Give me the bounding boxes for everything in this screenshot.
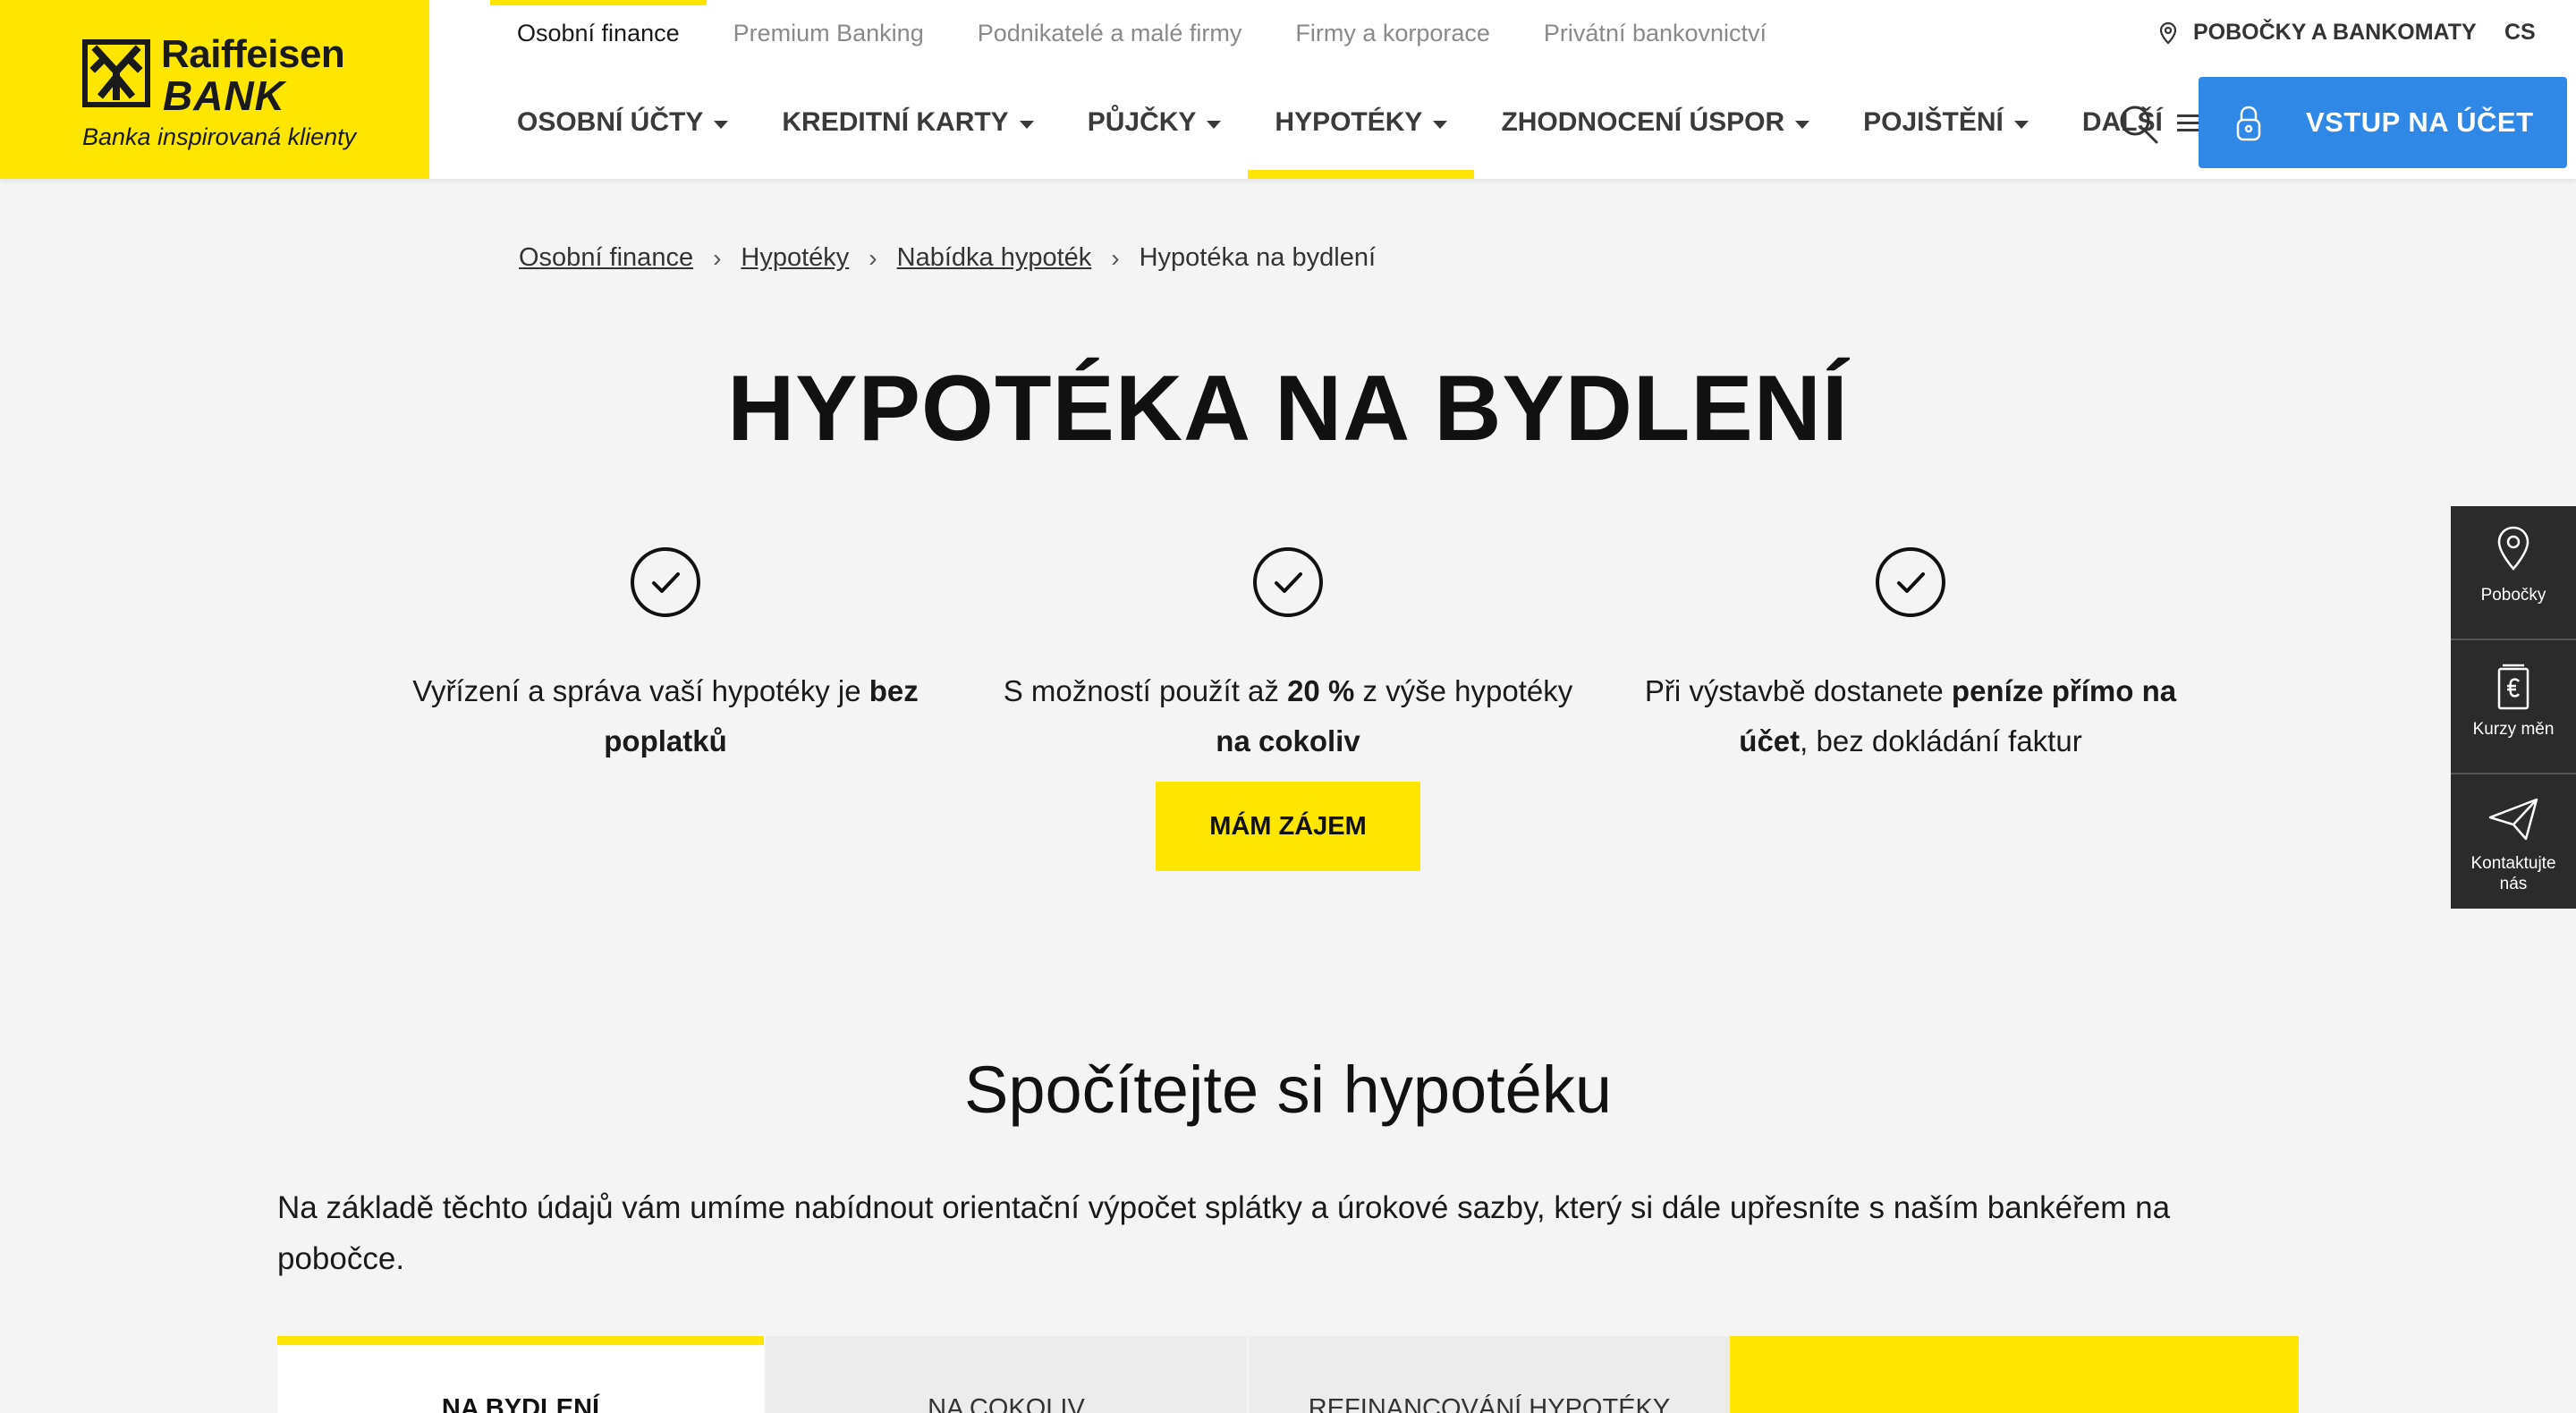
paper-plane-icon	[2488, 798, 2538, 841]
nav-label: KREDITNÍ KARTY	[782, 107, 1009, 137]
calculator-title: Spočítejte si hypotéku	[964, 1053, 1612, 1127]
nav-pojisteni[interactable]: POJIŠTĚNÍ	[1836, 89, 2055, 179]
side-link-label: Kontaktujte nás	[2470, 854, 2556, 893]
tab-label: NA COKOLIV	[928, 1394, 1085, 1413]
logo-bank: BANK	[163, 72, 285, 119]
segment-privatni[interactable]: Privátní bankovnictví	[1517, 0, 1793, 70]
logo-tagline: Banka inspirovaná klienty	[82, 123, 357, 150]
breadcrumb-hypoteky[interactable]: Hypotéky	[741, 243, 849, 273]
breadcrumb: Osobní finance › Hypotéky › Nabídka hypo…	[519, 243, 1376, 273]
calculator-result-panel	[1730, 1336, 2299, 1413]
side-quick-links: Pobočky Kurzy měn Kontaktujte nás	[2451, 506, 2576, 909]
feature-text: Při výstavbě dostanete peníze přímo na ú…	[1615, 666, 2206, 766]
location-pin-icon	[2497, 526, 2529, 571]
main-nav: OSOBNÍ ÚČTY KREDITNÍ KARTY PŮJČKY HYPOTÉ…	[490, 89, 2231, 179]
tab-label: NA BYDLENÍ	[441, 1394, 600, 1413]
interest-button[interactable]: MÁM ZÁJEM	[1156, 782, 1420, 871]
feature-no-fees: Vyřízení a správa vaší hypotéky je bez p…	[370, 546, 961, 766]
feature-text-part: Vyřízení a správa vaší hypotéky je	[412, 674, 869, 707]
site-header: Raiffeisen BANK Banka inspirovaná klient…	[0, 0, 2576, 179]
side-link-exchange-rates[interactable]: Kurzy měn	[2451, 640, 2576, 774]
side-link-contact[interactable]: Kontaktujte nás	[2451, 774, 2576, 909]
feature-text-part: S možností použít až	[1003, 674, 1288, 707]
caret-down-icon	[714, 121, 729, 129]
bank-logo[interactable]: Raiffeisen BANK Banka inspirovaná klient…	[0, 0, 429, 179]
nav-hypoteky[interactable]: HYPOTÉKY	[1248, 89, 1475, 179]
feature-text: Vyřízení a správa vaší hypotéky je bez p…	[370, 666, 961, 766]
side-link-label: Pobočky	[2480, 586, 2546, 605]
page-title: HYPOTÉKA NA BYDLENÍ	[727, 357, 1849, 461]
side-link-branches[interactable]: Pobočky	[2451, 506, 2576, 640]
nav-label: PŮJČKY	[1087, 107, 1197, 137]
check-circle-icon	[1876, 547, 1945, 617]
feature-money-to-account: Při výstavbě dostanete peníze přímo na ú…	[1615, 546, 2206, 766]
language-switch[interactable]: CS	[2504, 20, 2536, 46]
nav-label: ZHODNOCENÍ ÚSPOR	[1501, 107, 1785, 137]
segment-premium-banking[interactable]: Premium Banking	[707, 0, 951, 70]
login-button[interactable]: VSTUP NA ÚČET	[2199, 77, 2567, 168]
nav-label: HYPOTÉKY	[1275, 107, 1423, 137]
branches-label: POBOČKY A BANKOMATY	[2193, 20, 2477, 45]
feature-text-part: , bez dokládání faktur	[1800, 724, 2082, 757]
feature-text-part: z výše hypotéky	[1354, 674, 1573, 707]
feature-text-bold: 20 %	[1287, 674, 1355, 707]
check-circle-icon	[1253, 547, 1323, 617]
nav-kreditni-karty[interactable]: KREDITNÍ KARTY	[755, 89, 1060, 179]
nav-osobni-ucty[interactable]: OSOBNÍ ÚČTY	[490, 89, 755, 179]
check-circle-icon	[631, 547, 700, 617]
feature-anything: S možností použít až 20 % z výše hypoték…	[993, 546, 1583, 766]
segment-firmy[interactable]: Firmy a korporace	[1268, 0, 1517, 70]
tab-na-cokoliv[interactable]: NA COKOLIV	[764, 1336, 1247, 1413]
feature-text-part: Při výstavbě dostanete	[1644, 674, 1952, 707]
segment-podnikatele[interactable]: Podnikatelé a malé firmy	[951, 0, 1269, 70]
logo-name: Raiffeisen	[161, 32, 345, 76]
location-pin-icon	[2159, 21, 2177, 45]
feature-text-bold: na cokoliv	[1216, 724, 1360, 757]
tab-na-bydleni[interactable]: NA BYDLENÍ	[277, 1336, 764, 1413]
chevron-right-icon: ›	[869, 243, 877, 272]
search-icon[interactable]	[2116, 102, 2161, 147]
calculator-description: Na základě těchto údajů vám umíme nabídn…	[277, 1190, 2171, 1276]
tab-label: REFINANCOVÁNÍ HYPOTÉKY	[1308, 1394, 1671, 1413]
segment-nav: Osobní finance Premium Banking Podnikate…	[490, 0, 1793, 70]
lock-icon	[2236, 106, 2261, 141]
caret-down-icon	[1019, 121, 1034, 129]
euro-note-icon	[2497, 664, 2529, 710]
nav-pujcky[interactable]: PŮJČKY	[1061, 89, 1249, 179]
caret-down-icon	[2013, 121, 2029, 129]
tab-refinancovani[interactable]: REFINANCOVÁNÍ HYPOTÉKY	[1247, 1336, 1730, 1413]
caret-down-icon	[1433, 121, 1448, 129]
breadcrumb-nabidka-hypotek[interactable]: Nabídka hypoték	[897, 243, 1092, 273]
nav-zhodnoceni-uspor[interactable]: ZHODNOCENÍ ÚSPOR	[1474, 89, 1836, 179]
raiffeisen-gable-icon	[82, 39, 150, 107]
caret-down-icon	[1795, 121, 1810, 129]
mortgage-type-tabs: NA BYDLENÍ NA COKOLIV REFINANCOVÁNÍ HYPO…	[277, 1336, 2299, 1413]
chevron-right-icon: ›	[1111, 243, 1120, 272]
side-link-label: Kurzy měn	[2472, 720, 2555, 739]
breadcrumb-osobni-finance[interactable]: Osobní finance	[519, 243, 693, 273]
breadcrumb-current: Hypotéka na bydlení	[1139, 243, 1377, 272]
nav-label: POJIŠTĚNÍ	[1863, 107, 2004, 137]
caret-down-icon	[1207, 121, 1222, 129]
feature-text: S možností použít až 20 % z výše hypoték…	[993, 666, 1583, 766]
chevron-right-icon: ›	[713, 243, 722, 272]
branches-link[interactable]: POBOČKY A BANKOMATY	[2156, 20, 2477, 46]
nav-label: OSOBNÍ ÚČTY	[517, 107, 704, 137]
segment-osobni-finance[interactable]: Osobní finance	[490, 0, 707, 70]
login-label: VSTUP NA ÚČET	[2306, 106, 2534, 138]
